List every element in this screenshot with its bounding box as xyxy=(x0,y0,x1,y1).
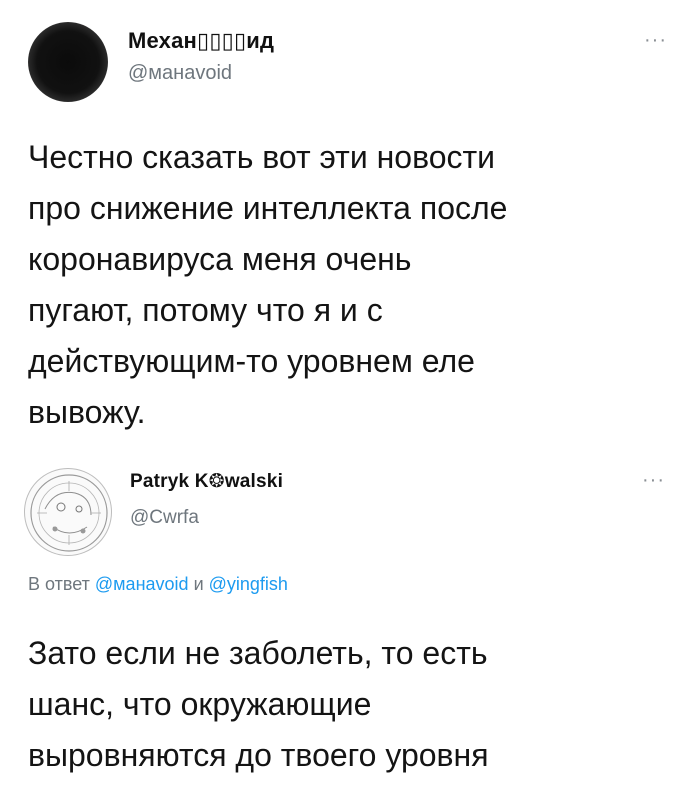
author-avatar[interactable] xyxy=(28,22,108,102)
reply-prefix: В ответ xyxy=(28,574,90,594)
more-options-icon[interactable]: ··· xyxy=(644,30,667,50)
reply-context: В ответ @мaнavoid и @yingfish xyxy=(28,574,288,595)
tweet-original[interactable]: Механ▯▯▯▯ид @манаvoid ··· Честно сказать… xyxy=(0,0,697,440)
reply-author-name[interactable]: Patryk K❂walski xyxy=(130,470,283,493)
reply-author-handle[interactable]: @Cwrfa xyxy=(130,507,199,529)
tweet-text: Честно сказать вот эти новости про сниже… xyxy=(28,139,508,430)
author-handle[interactable]: @манаvoid xyxy=(128,62,232,85)
reply-author-avatar[interactable] xyxy=(24,468,112,556)
reply-text: Зато если не заболеть, то есть шанс, что… xyxy=(28,635,489,773)
reply-conjunction: и xyxy=(193,574,204,594)
reply-mention-mahavoid[interactable]: @мaнavoid xyxy=(95,574,189,594)
reply-mention-yingfish[interactable]: @yingfish xyxy=(209,574,288,594)
sketch-avatar-icon xyxy=(30,474,108,552)
author-name[interactable]: Механ▯▯▯▯ид xyxy=(128,28,274,54)
reply-more-options-icon[interactable]: ··· xyxy=(642,470,665,490)
